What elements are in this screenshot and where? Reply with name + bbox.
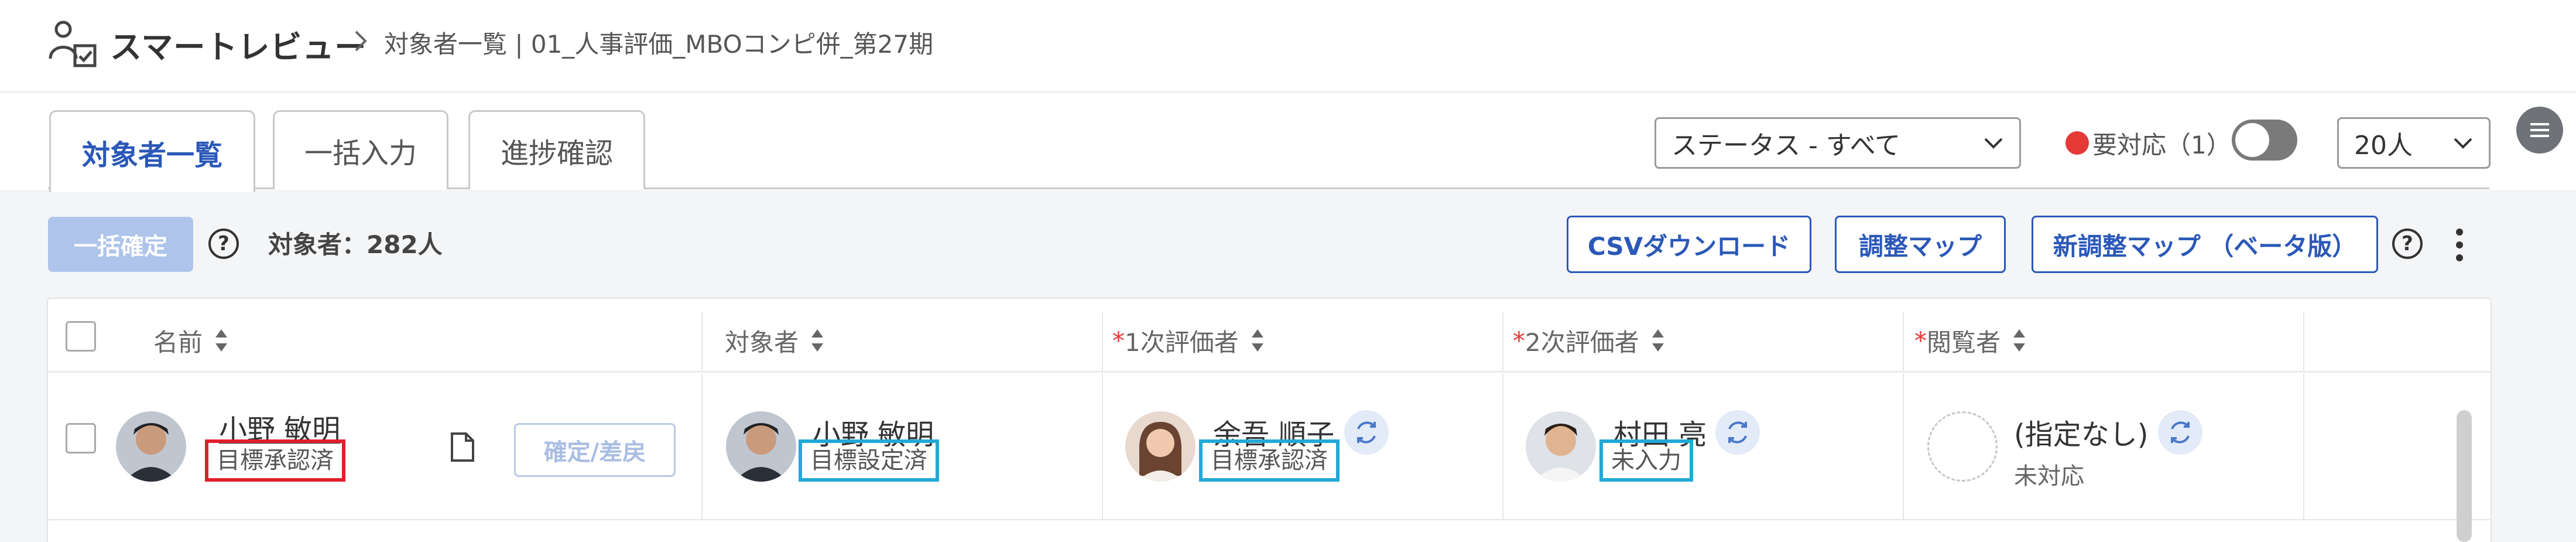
column-divider [701,374,703,519]
confirm-return-button[interactable]: 確定/差戻 [514,423,676,477]
change-evaluator-button[interactable] [1715,410,1760,455]
chevron-right-icon [355,30,367,52]
column-divider [2303,374,2304,519]
breadcrumb: 対象者一覧 | 01_人事評価_MBOコンピ併_第27期 [384,30,934,59]
column-divider [1903,374,1904,519]
help-icon[interactable]: ? [208,229,239,259]
sort-icon[interactable] [213,326,229,355]
row-checkbox[interactable] [66,423,96,454]
column-divider [2303,312,2304,371]
document-icon[interactable] [450,431,475,463]
page-size-value: 20人 [2354,131,2413,161]
swap-icon [2171,421,2190,444]
viewer-status: 未対応 [2014,463,2084,490]
table-header: 名前 対象者 * 1次評価者 * 2次評価者 * 閲覧者 [48,299,2491,373]
column-header-label: 1次評価者 [1125,328,1239,357]
sort-icon[interactable] [2011,326,2027,355]
column-header-label: 対象者 [725,328,799,357]
needs-action-toggle[interactable] [2232,120,2297,161]
sort-icon[interactable] [809,326,825,355]
target-status-badge: 目標設定済 [799,439,939,482]
column-divider [701,312,703,371]
tab-target-list[interactable]: 対象者一覧 [49,110,255,192]
select-all-checkbox[interactable] [66,321,96,352]
column-header-label: 閲覧者 [1927,328,2001,357]
column-divider [1102,374,1103,519]
status-filter-value: ステータス - すべて [1671,131,1901,161]
hamburger-icon [2530,123,2549,137]
more-options-icon[interactable] [2451,225,2468,266]
sort-icon[interactable] [1249,326,1266,355]
list-toolbar: 一括確定 ? 対象者：282人 CSVダウンロード 調整マップ 新調整マップ （… [0,190,2576,293]
avatar [1526,411,1596,482]
target-count: 対象者：282人 [268,230,443,259]
column-header-second-evaluator[interactable]: * 2次評価者 [1513,316,1666,364]
page-size-select[interactable]: 20人 [2337,117,2491,169]
change-evaluator-button[interactable] [1344,410,1389,455]
column-header-label: 名前 [153,328,203,357]
chevron-down-icon [2454,138,2472,149]
avatar [116,411,186,482]
required-mark: * [1914,326,1927,355]
second-evaluator-status-badge: 未入力 [1599,439,1693,482]
tab-bar: 対象者一覧 一括入力 進捗確認 ステータス - すべて 要対応（1） 20人 [0,93,2576,192]
chevron-down-icon [1984,138,2003,149]
table-scrollbar[interactable] [2457,410,2472,542]
column-divider [1102,312,1103,371]
viewer-name: (指定なし) [2014,418,2149,451]
swap-icon [1357,421,1376,444]
empty-avatar [1927,411,1998,482]
avatar [1125,411,1195,482]
app-title[interactable]: スマートレビュー [110,21,366,67]
avatar [726,411,796,482]
required-mark: * [1513,326,1525,355]
confirm-all-button[interactable]: 一括確定 [48,217,193,272]
tab-bulk-input[interactable]: 一括入力 [273,110,448,189]
people-review-icon [49,21,97,67]
adjust-map-button[interactable]: 調整マップ [1835,216,2006,273]
first-evaluator-status-badge: 目標承認済 [1199,439,1340,482]
target-table: 名前 対象者 * 1次評価者 * 2次評価者 * 閲覧者 小野 敏明 目標承認済… [47,298,2492,542]
column-header-target[interactable]: 対象者 [725,316,825,364]
column-header-viewer[interactable]: * 閲覧者 [1914,316,2027,364]
alert-dot-icon [2065,131,2089,155]
side-menu-button[interactable] [2516,107,2563,154]
needs-action-label: 要対応（1） [2092,130,2231,159]
column-header-label: 2次評価者 [1525,328,1639,357]
status-filter-select[interactable]: ステータス - すべて [1654,117,2021,169]
csv-download-button[interactable]: CSVダウンロード [1567,216,1811,273]
column-header-first-evaluator[interactable]: * 1次評価者 [1112,316,1266,364]
change-viewer-button[interactable] [2158,410,2202,455]
column-divider [1903,312,1904,371]
new-adjust-map-button[interactable]: 新調整マップ （ベータ版） [2032,216,2378,273]
column-divider [1502,374,1503,519]
swap-icon [1728,421,1747,444]
tab-progress-check[interactable]: 進捗確認 [468,110,645,189]
name-status-badge: 目標承認済 [205,439,345,482]
help-icon[interactable]: ? [2392,229,2423,259]
sort-icon[interactable] [1650,326,1666,355]
toggle-knob [2235,123,2269,157]
needs-action-filter: 要対応（1） [2065,124,2231,162]
table-row[interactable]: 小野 敏明 目標承認済 確定/差戻 小野 敏明 目標設定済 余吾 順子 目標承認… [48,374,2491,520]
column-divider [1502,312,1503,371]
column-header-name[interactable]: 名前 [153,316,229,364]
required-mark: * [1112,326,1125,355]
app-header: スマートレビュー 対象者一覧 | 01_人事評価_MBOコンピ併_第27期 [0,0,2576,93]
